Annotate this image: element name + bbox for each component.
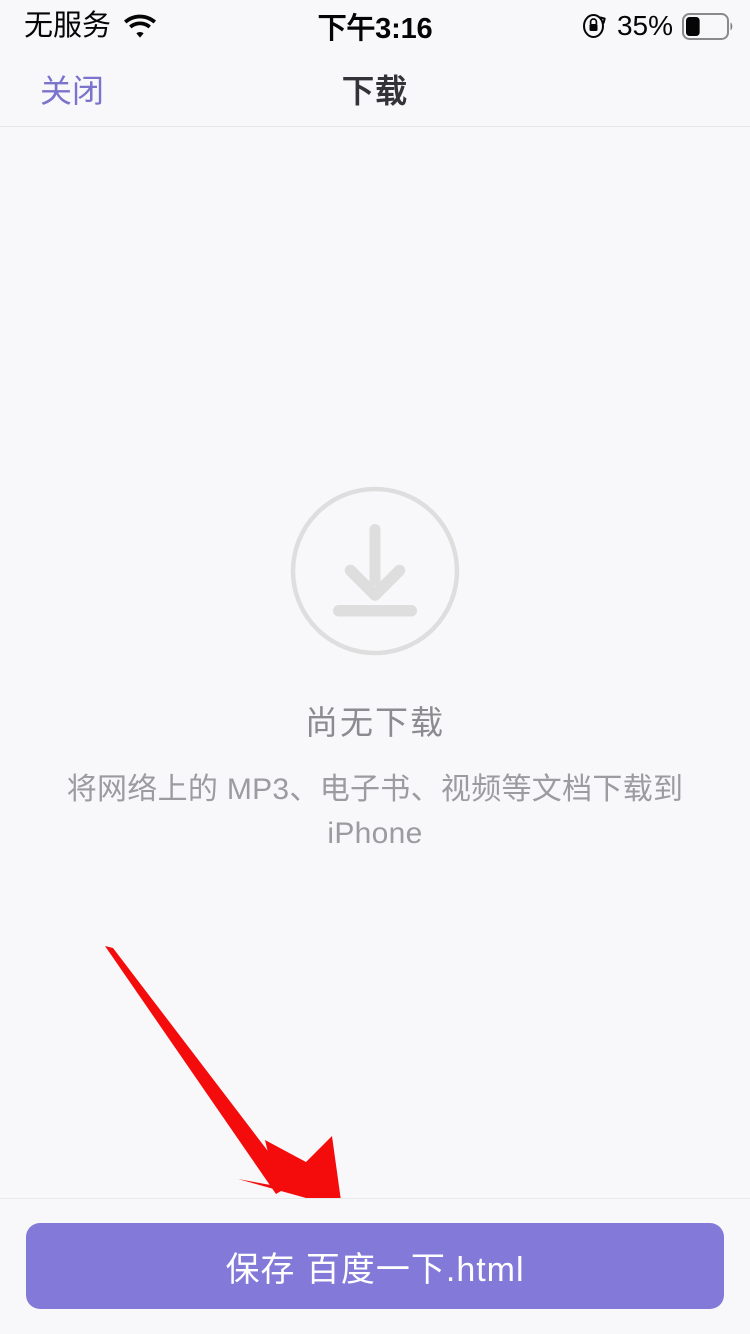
save-button[interactable]: 保存 百度一下.html xyxy=(26,1223,724,1309)
page-title: 下载 xyxy=(341,73,408,109)
rotation-lock-icon xyxy=(582,14,606,38)
clock-label: 下午3:16 xyxy=(317,13,433,45)
app-screen: 无服务 下午3:16 35% 关闭 下载 尚无下载 将网络上的 MP3、电子书、… xyxy=(0,0,750,1334)
download-circle-arrow-icon xyxy=(290,486,460,656)
status-bar-right: 35% xyxy=(582,0,734,52)
battery-percent-label: 35% xyxy=(616,10,673,41)
empty-state-title: 尚无下载 xyxy=(305,704,445,741)
bottom-action-bar: 保存 百度一下.html xyxy=(0,1198,750,1334)
empty-state-subtitle: 将网络上的 MP3、电子书、视频等文档下载到 iPhone xyxy=(66,773,684,850)
status-bar: 无服务 下午3:16 35% xyxy=(0,0,750,52)
nav-bar: 关闭 下载 xyxy=(0,52,750,127)
empty-state-container: 尚无下载 将网络上的 MP3、电子书、视频等文档下载到 iPhone xyxy=(0,127,750,1198)
battery-icon xyxy=(682,12,733,40)
